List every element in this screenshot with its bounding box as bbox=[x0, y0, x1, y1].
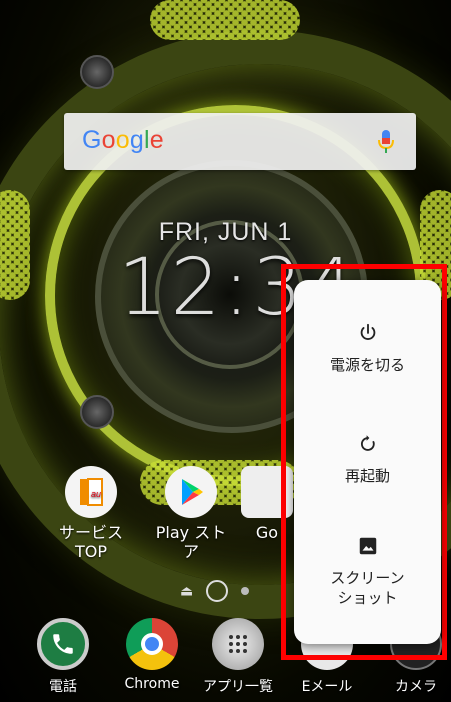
app-play-store[interactable]: Play スト ア bbox=[145, 466, 237, 561]
home-screen: Google FRI, JUN 1 12:34 au サービス TOP Play… bbox=[0, 0, 451, 702]
current-page-icon bbox=[206, 580, 229, 602]
screenshot-label-line2: ショット bbox=[337, 589, 398, 607]
page-dot bbox=[241, 587, 250, 595]
restart-label: 再起動 bbox=[344, 467, 390, 485]
app-label: Play スト bbox=[155, 523, 227, 542]
play-store-icon bbox=[165, 466, 217, 518]
screenshot-icon bbox=[359, 537, 376, 555]
app-drawer-icon bbox=[212, 618, 264, 670]
app-service-top[interactable]: au サービス TOP bbox=[45, 466, 137, 561]
restart-icon bbox=[360, 435, 375, 451]
dock-app-drawer[interactable]: アプリ一覧 bbox=[196, 618, 280, 696]
dock-label: アプリ一覧 bbox=[203, 679, 273, 695]
power-icon bbox=[360, 323, 375, 340]
microphone-icon[interactable] bbox=[376, 129, 396, 155]
restart-button[interactable]: 再起動 bbox=[294, 433, 441, 486]
google-logo: Google bbox=[82, 126, 164, 154]
screenshot-button[interactable]: スクリーン ショット bbox=[294, 535, 441, 608]
dock-chrome[interactable]: Chrome bbox=[110, 618, 194, 692]
au-service-icon: au bbox=[65, 466, 117, 518]
svg-text:au: au bbox=[91, 489, 101, 499]
dock-label: カメラ bbox=[395, 679, 437, 695]
app-label: TOP bbox=[74, 542, 107, 561]
dock-label: Eメール bbox=[301, 679, 353, 695]
screenshot-label-line1: スクリーン bbox=[330, 569, 405, 587]
page-indicator: ⏏ bbox=[180, 580, 250, 602]
google-search-bar[interactable]: Google bbox=[64, 113, 416, 170]
dock-phone[interactable]: 電話 bbox=[21, 618, 105, 696]
power-menu: 電源を切る 再起動 スクリーン ショット bbox=[294, 280, 441, 644]
power-off-label: 電源を切る bbox=[329, 356, 405, 374]
app-label: ア bbox=[182, 542, 199, 561]
power-off-button[interactable]: 電源を切る bbox=[294, 322, 441, 375]
chrome-icon bbox=[126, 618, 178, 670]
dock-label: 電話 bbox=[49, 679, 77, 695]
app-label: サービス bbox=[58, 523, 123, 542]
phone-icon bbox=[37, 618, 89, 670]
home-indicator-icon: ⏏ bbox=[180, 583, 194, 600]
dock-label: Chrome bbox=[124, 676, 180, 692]
